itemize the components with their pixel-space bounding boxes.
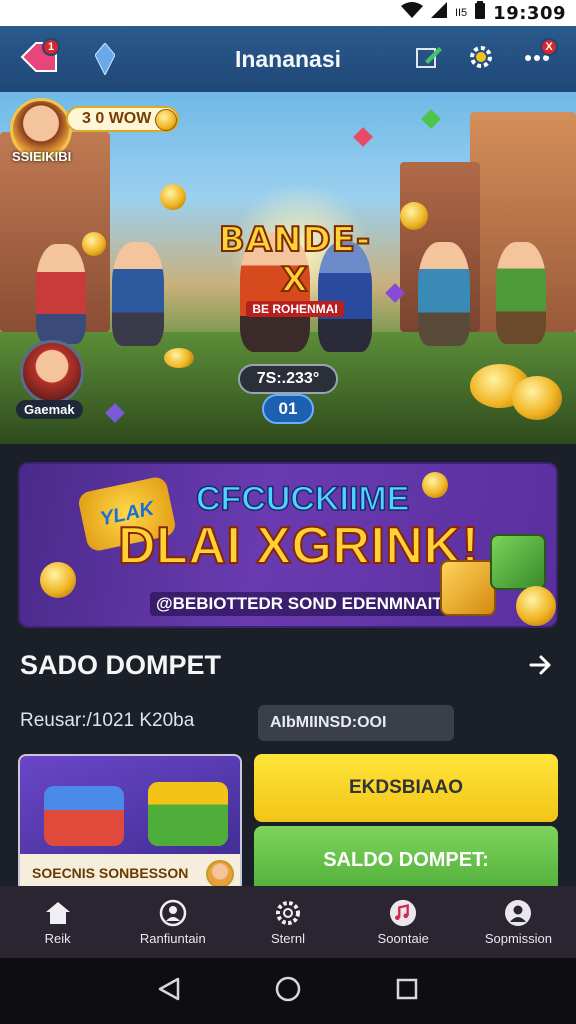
coin-count: 3 0 WOW: [82, 110, 152, 127]
nav-item-music[interactable]: Soontaie: [346, 886, 461, 958]
profile-icon: [159, 899, 187, 927]
player-name-bottom: Gaemak: [16, 400, 83, 419]
game-logo-subtitle: BE ROHENMAI: [246, 301, 344, 317]
card-avatar: [206, 860, 234, 888]
nav-label: Soontaie: [377, 930, 429, 946]
amount-field[interactable]: AIbMIINSD:OOI: [258, 705, 454, 741]
hero-character: [418, 242, 470, 346]
nav-label: Reik: [44, 930, 71, 946]
circle-home-icon: [275, 976, 301, 1007]
wallet-arrow-button[interactable]: [526, 652, 556, 682]
settings-icon: [274, 899, 302, 927]
hero-banner[interactable]: 3 0 WOW SSIEIKIBI BANDE-X BE ROHENMAI Ga…: [0, 92, 576, 444]
game-logo-text: BANDE-X: [218, 219, 372, 301]
game-logo: BANDE-X BE ROHENMAI: [210, 219, 380, 317]
nav-label: Ranfiuntain: [139, 930, 206, 946]
arrow-right-icon: [529, 652, 553, 683]
coin-counter: 3 0 WOW: [66, 106, 180, 132]
settings-button[interactable]: [460, 38, 502, 80]
player-avatar-bottom[interactable]: [20, 340, 84, 404]
system-back-button[interactable]: [154, 976, 184, 1006]
battery-icon: [475, 1, 486, 25]
hero-character: [36, 244, 86, 344]
gem: [353, 127, 373, 147]
status-bar: II5 19:309: [0, 0, 576, 26]
game-card[interactable]: SOECNIS SONBESSON: [18, 754, 242, 894]
home-icon: [44, 899, 72, 927]
coin: [400, 202, 428, 230]
nav-item-user[interactable]: Sopmission: [461, 886, 576, 958]
wallet-title: SADO DOMPET: [20, 650, 222, 680]
wifi-icon: [400, 2, 423, 24]
nav-label: Sopmission: [484, 930, 553, 946]
promo-headline: DLAI XGRINK!: [117, 516, 480, 576]
wallet-balance-button[interactable]: SALDO DOMPET:: [254, 826, 558, 894]
gem: [421, 109, 441, 129]
nav-label: Sternl: [271, 930, 305, 946]
music-icon: [389, 899, 417, 927]
app-header: 1 Inananasi X: [0, 26, 576, 92]
promo-banner[interactable]: YLAK CFCUCKIIME DLAI XGRINK! @BEBIOTTEDR…: [18, 462, 558, 628]
coin: [82, 232, 106, 256]
more-badge: X: [540, 38, 558, 56]
square-recents-icon: [396, 978, 418, 1005]
level-badge: 01: [262, 394, 314, 424]
gear-icon: [467, 43, 495, 76]
yellow-action-button[interactable]: EKDSBIAAO: [254, 754, 558, 822]
toy-robot-green: [148, 782, 228, 846]
bottom-nav: Reik Ranfiuntain Sternl Soontaie Sopmiss…: [0, 886, 576, 958]
coin: [422, 472, 448, 498]
battery-text: II5: [454, 7, 468, 19]
nav-item-settings[interactable]: Sternl: [230, 886, 345, 958]
coin: [160, 184, 186, 210]
triangle-back-icon: [158, 977, 180, 1006]
coin-icon: [155, 109, 178, 131]
signal-icon: [430, 2, 447, 24]
balance-label: Reusar:/1021 K20ba: [20, 710, 195, 731]
promo-title: CFCUCKIIME: [195, 479, 410, 519]
pencil-icon: [415, 43, 443, 76]
toy-robot-red: [44, 786, 124, 846]
coin: [516, 586, 556, 626]
gold-crate: [490, 534, 546, 590]
clock: 19:309: [493, 2, 566, 24]
edit-button[interactable]: [408, 38, 450, 80]
nav-item-profile[interactable]: Ranfiuntain: [115, 886, 230, 958]
system-recents-button[interactable]: [392, 976, 422, 1006]
hero-character: [112, 242, 164, 346]
score-display: 7S:.233°: [238, 364, 338, 394]
coin-pile: [512, 376, 562, 420]
hero-character: [496, 242, 546, 344]
coin-pile: [164, 348, 194, 368]
nav-item-home[interactable]: Reik: [0, 886, 115, 958]
user-icon: [504, 899, 532, 927]
system-nav-bar: [0, 958, 576, 1024]
system-home-button[interactable]: [273, 976, 303, 1006]
coin: [40, 562, 76, 598]
player-name-top: SSIEIKIBI: [12, 149, 72, 164]
gold-crate: [440, 560, 496, 616]
promo-subtitle: @BEBIOTTEDR SOND EDENMNAITE: [150, 592, 461, 616]
more-button[interactable]: X: [516, 38, 558, 80]
